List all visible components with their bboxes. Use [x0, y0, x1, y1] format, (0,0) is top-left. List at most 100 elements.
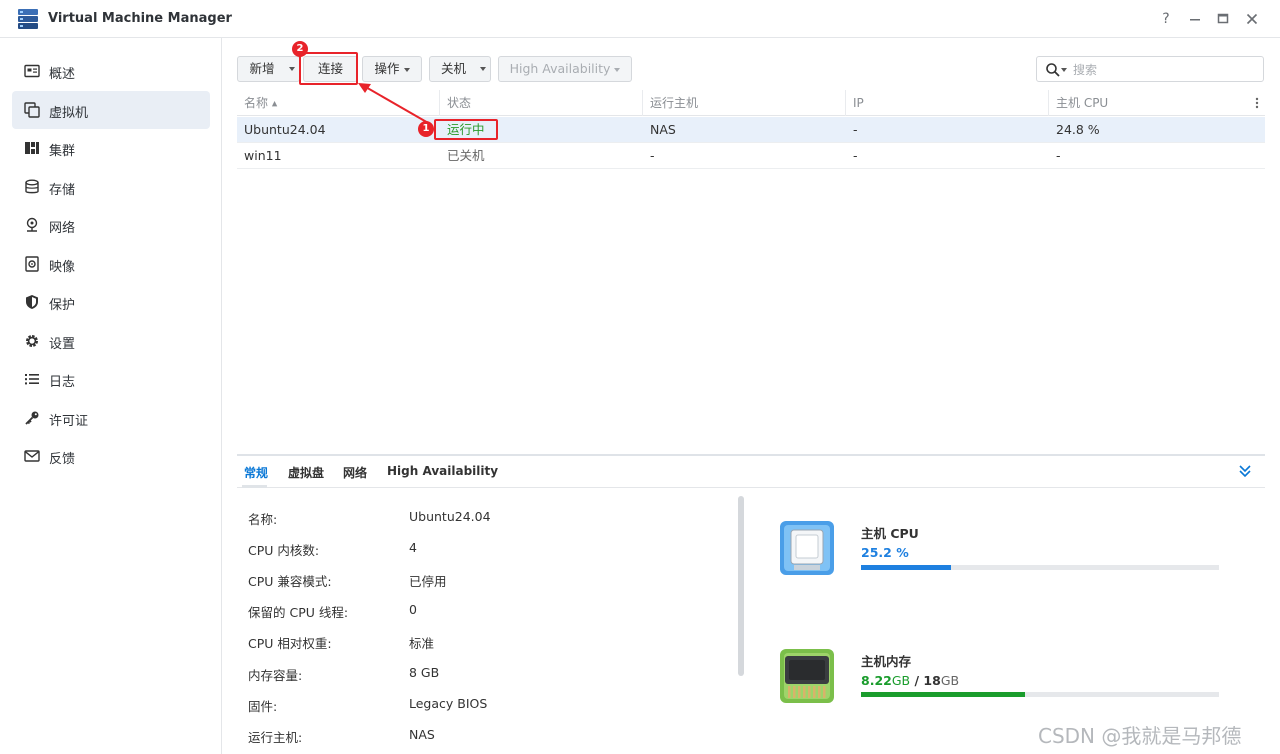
sidebar-label: 存储: [49, 183, 76, 198]
column-header-cpu[interactable]: 主机 CPU: [1049, 90, 1249, 116]
prop-value-memory: 8 GB: [409, 665, 440, 680]
prop-label-firmware: 固件:: [248, 699, 278, 714]
tab-general[interactable]: 常规: [244, 464, 268, 481]
high-availability-button[interactable]: High Availability: [498, 56, 632, 82]
new-dropdown-button[interactable]: [286, 56, 300, 82]
sidebar-item-log[interactable]: 日志: [12, 360, 210, 398]
sidebar-item-overview[interactable]: 概述: [12, 52, 210, 90]
minimize-icon[interactable]: [1186, 10, 1204, 28]
memory-total-unit: GB: [940, 673, 960, 688]
cpu-chip-icon: [780, 521, 834, 575]
prop-value-name: Ubuntu24.04: [409, 509, 491, 524]
cluster-icon: [25, 142, 39, 154]
collapse-pane-icon[interactable]: [1238, 464, 1252, 478]
prop-label-name: 名称:: [248, 512, 278, 527]
column-menu-icon[interactable]: [1252, 96, 1262, 110]
gear-icon: [26, 335, 38, 347]
vm-icon: [24, 102, 40, 118]
sidebar-label: 反馈: [49, 452, 76, 467]
shutdown-button[interactable]: 关机: [429, 56, 478, 82]
cpu-usage-fill: [861, 565, 952, 570]
memory-chip-icon: [780, 649, 834, 703]
sidebar-label: 概述: [49, 67, 76, 82]
cell-name: Ubuntu24.04: [244, 122, 326, 137]
annotation-marker-2: 2: [292, 41, 308, 57]
overview-icon: [24, 64, 40, 78]
memory-usage-fill: [861, 692, 1025, 697]
prop-value-firmware: Legacy BIOS: [409, 696, 488, 711]
memory-title: 主机内存: [861, 654, 912, 669]
column-header-host[interactable]: 运行主机: [643, 90, 846, 116]
table-row-win11[interactable]: win11 已关机 - - -: [237, 143, 1265, 169]
memory-used: 8.22: [861, 673, 892, 688]
storage-icon: [25, 179, 39, 194]
sidebar-label: 映像: [49, 260, 76, 275]
sidebar: 概述 虚拟机 集群 存储 网络 映像 保护 设置 日志 许可证 反馈: [0, 38, 222, 754]
image-icon: [25, 256, 39, 272]
maximize-icon[interactable]: [1214, 10, 1232, 28]
cell-ip: -: [853, 122, 858, 137]
chevron-down-icon: [403, 67, 410, 72]
shutdown-dropdown-button[interactable]: [477, 56, 491, 82]
sidebar-item-vm[interactable]: 虚拟机: [12, 91, 210, 129]
sidebar-item-protect[interactable]: 保护: [12, 283, 210, 321]
sidebar-item-network[interactable]: 网络: [12, 206, 210, 244]
sidebar-label: 日志: [49, 375, 76, 390]
sidebar-item-image[interactable]: 映像: [12, 245, 210, 283]
column-header-ip[interactable]: IP: [846, 90, 1049, 116]
search-icon[interactable]: [1045, 62, 1061, 78]
status-stopped: 已关机: [447, 148, 485, 163]
column-header-status[interactable]: 状态: [440, 90, 643, 116]
tab-network[interactable]: 网络: [343, 464, 367, 481]
chevron-down-icon: [480, 67, 486, 71]
sidebar-label: 网络: [49, 221, 76, 236]
key-icon: [25, 411, 39, 425]
prop-label-host: 运行主机:: [248, 730, 303, 745]
search-options-chevron-icon[interactable]: [1061, 68, 1067, 72]
memory-separator: /: [914, 673, 920, 688]
close-icon[interactable]: [1243, 10, 1261, 28]
prop-label-reserved-threads: 保留的 CPU 线程:: [248, 605, 349, 620]
help-icon[interactable]: ?: [1157, 10, 1175, 28]
memory-used-unit: GB: [891, 673, 911, 688]
cpu-usage-value: 25.2 %: [861, 545, 909, 560]
prop-label-cpu-weight: CPU 相对权重:: [248, 636, 332, 651]
sidebar-item-cluster[interactable]: 集群: [12, 129, 210, 167]
tab-indicator: [242, 485, 267, 488]
prop-value-host: NAS: [409, 727, 435, 742]
cell-name: win11: [244, 148, 282, 163]
title-bar: Virtual Machine Manager ?: [0, 0, 1280, 38]
detail-scrollbar[interactable]: [738, 496, 744, 676]
sidebar-label: 设置: [49, 337, 76, 352]
sidebar-item-storage[interactable]: 存储: [12, 168, 210, 206]
sidebar-item-license[interactable]: 许可证: [12, 399, 210, 437]
chevron-down-icon: [614, 67, 621, 72]
tab-high-availability[interactable]: High Availability: [387, 464, 498, 478]
action-button[interactable]: 操作: [362, 56, 422, 82]
memory-total: 18: [923, 673, 941, 688]
shield-icon: [26, 295, 38, 309]
cpu-title: 主机 CPU: [861, 526, 919, 541]
watermark: CSDN @我就是马邦德: [1038, 724, 1242, 748]
prop-value-cpu-weight: 标准: [409, 636, 435, 651]
sidebar-item-feedback[interactable]: 反馈: [12, 437, 210, 475]
mail-icon: [24, 450, 40, 462]
search-box[interactable]: [1036, 56, 1264, 82]
sidebar-item-settings[interactable]: 设置: [12, 322, 210, 360]
annotation-arrow: [358, 83, 431, 125]
cell-cpu: 24.8 %: [1056, 122, 1100, 137]
prop-value-cpu-cores: 4: [409, 540, 417, 555]
cell-ip: -: [853, 148, 858, 163]
cell-host: NAS: [650, 122, 676, 137]
network-icon: [26, 217, 38, 232]
prop-value-reserved-threads: 0: [409, 602, 417, 617]
cpu-usage-bar: [861, 565, 1219, 570]
sidebar-label: 集群: [49, 144, 76, 159]
new-button[interactable]: 新增: [237, 56, 287, 82]
vmm-app-icon: [18, 9, 38, 29]
chevron-down-icon: [289, 67, 295, 71]
action-label: 操作: [374, 61, 400, 76]
search-input[interactable]: [1073, 61, 1253, 79]
tab-virtual-disk[interactable]: 虚拟盘: [288, 464, 324, 481]
window-title: Virtual Machine Manager: [48, 11, 232, 26]
